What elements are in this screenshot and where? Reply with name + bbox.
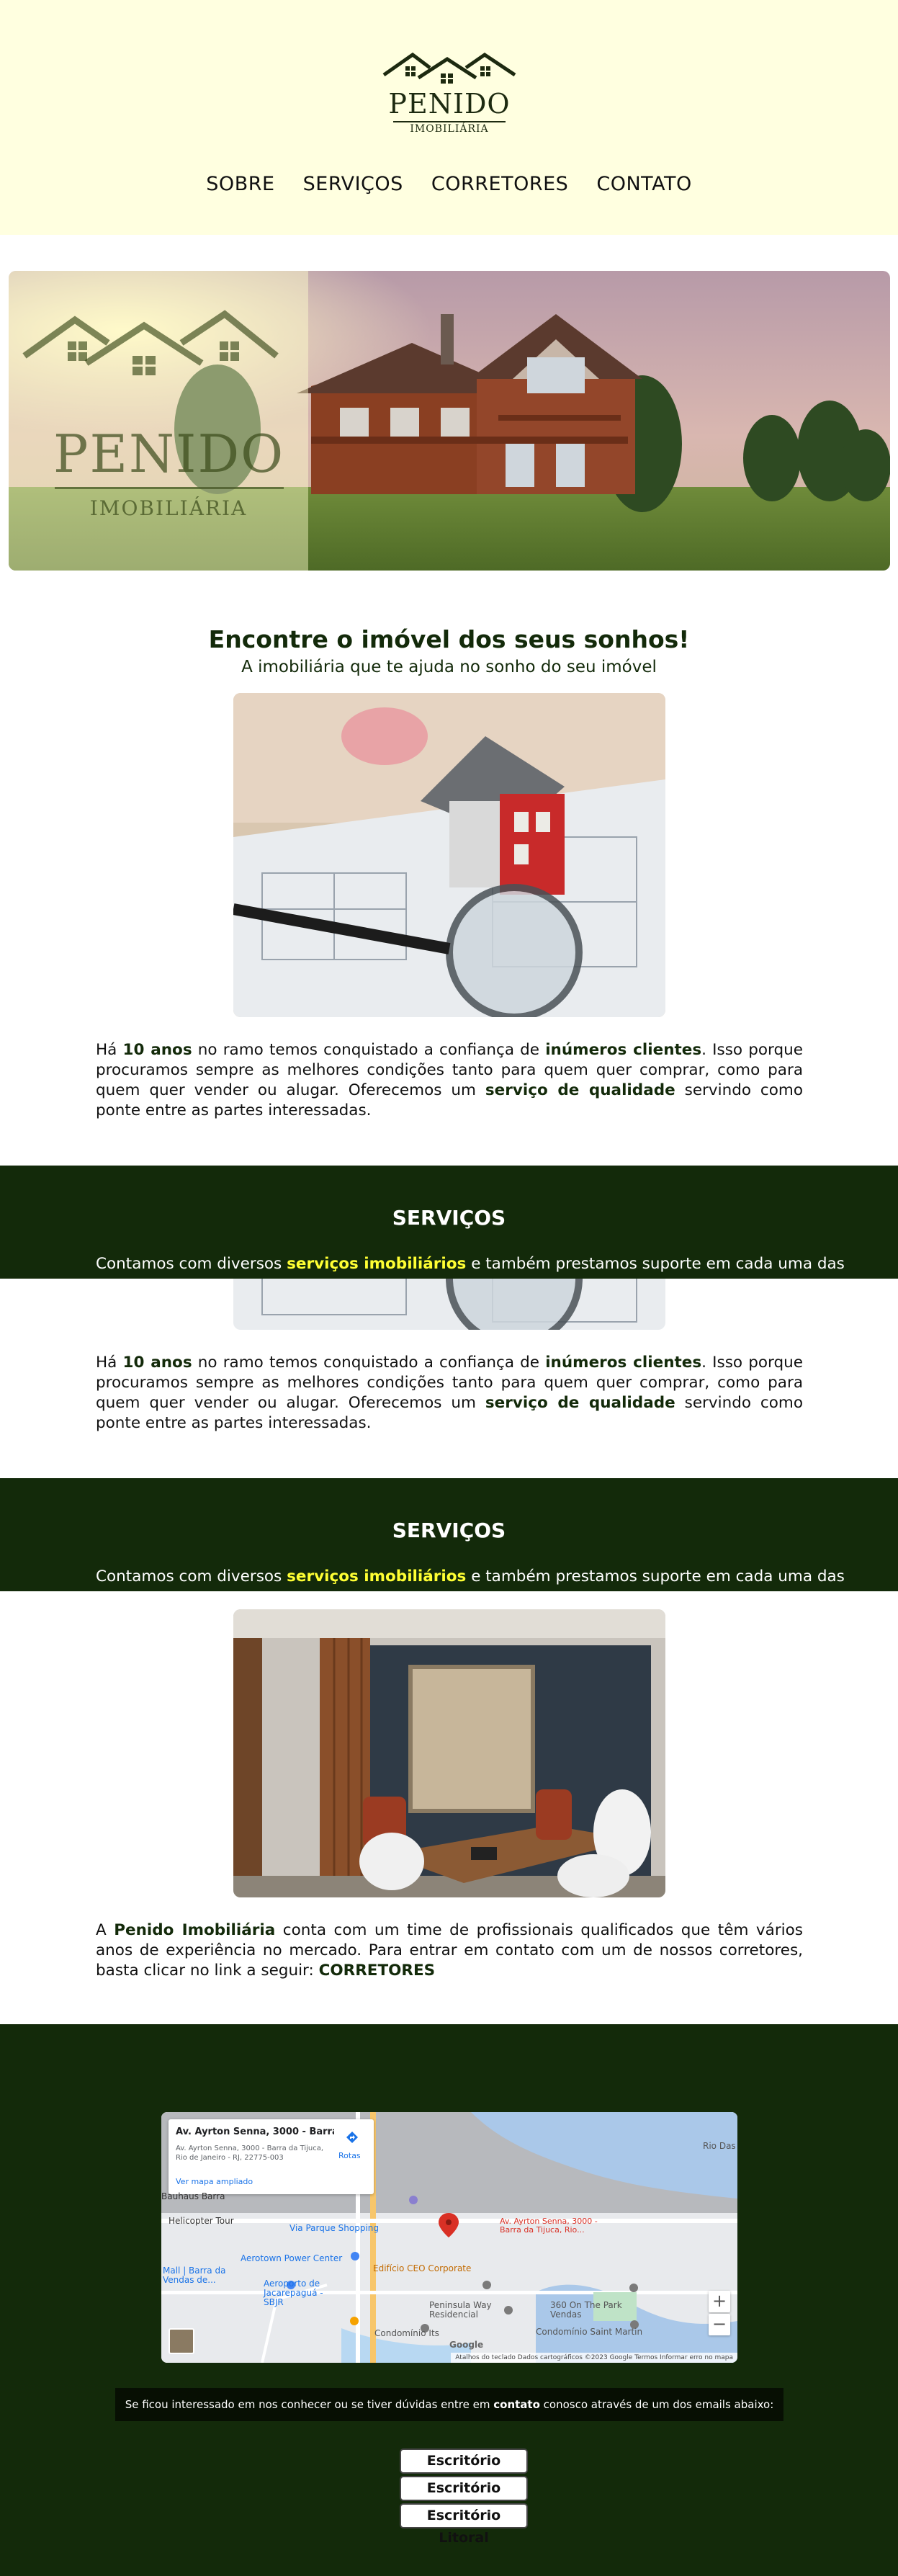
office-litoral-button[interactable]: Escritório Litoral [400, 2503, 528, 2546]
map-label: 360 On The Park Vendas [550, 2300, 622, 2320]
services-text-part: Contamos com diversos [96, 1567, 287, 1586]
map-label: Edifício CEO Corporate [373, 2263, 472, 2273]
map-label: Condomínio Saint Martin [536, 2327, 643, 2337]
map-attribution[interactable]: Atalhos do teclado Dados cartográficos ©… [451, 2353, 737, 2363]
contact-highlight: contato [493, 2398, 540, 2411]
contact-text: Se ficou interessado em nos conhecer ou … [125, 2398, 494, 2411]
map-place-card: Av. Ayrton Senna, 3000 - Barra... Av. Ay… [169, 2119, 374, 2194]
google-logo: Google [449, 2340, 484, 2350]
map-label: Via Parque Shopping [289, 2223, 379, 2233]
hero-logo-subtitle: IMOBILIÁRIA [89, 496, 248, 520]
services-text-part: e também prestamos suporte em cada uma d… [466, 1567, 845, 1586]
nav-link-sobre[interactable]: SOBRE [206, 173, 274, 195]
map-label: Bauhaus Barra [161, 2191, 225, 2201]
brokers-text: A [96, 1921, 115, 1939]
map-label: Aerotown Power Center [241, 2253, 343, 2263]
hero-logo-name: PENIDO [53, 424, 285, 484]
zoom-out-button[interactable]: − [709, 2314, 730, 2335]
office-matriz-button[interactable]: Escritório Matriz [400, 2448, 528, 2491]
nav-link-servicos[interactable]: SERVIÇOS [303, 173, 403, 195]
map-enlarge-link[interactable]: Ver mapa ampliado [176, 2177, 253, 2186]
about-text: Há [96, 1041, 123, 1059]
contact-text: conosco através de um dos emails abaixo: [539, 2398, 774, 2411]
about-text: no ramo temos conquistado a confiança de [192, 1041, 546, 1059]
directions-icon[interactable] [346, 2131, 359, 2144]
map-place-address: Av. Ayrton Senna, 3000 - Barra da Tijuca… [176, 2145, 324, 2162]
services-text-part: e também prestamos suporte em cada uma d… [466, 1255, 845, 1273]
about-paragraph-duplicate: Há 10 anos no ramo temos conquistado a c… [96, 1353, 803, 1434]
office-centro-button[interactable]: Escritório Centro [400, 2476, 528, 2518]
intro-subtitle: A imobiliária que te ajuda no sonho do s… [241, 658, 657, 676]
map-pin-label: Av. Ayrton Senna, 3000 - Barra da Tijuca… [500, 2217, 598, 2235]
main-nav: SOBRE SERVIÇOS CORRETORES CONTATO [0, 173, 898, 195]
map-label: Peninsula Way Residencial [429, 2300, 492, 2320]
map-label: Condomínio Its [374, 2328, 439, 2338]
about-text: Há [96, 1354, 123, 1372]
google-map-embed[interactable]: Av. Ayrton Senna, 3000 - Barra... Av. Ay… [161, 2112, 737, 2363]
brokers-highlight: Penido Imobiliária [114, 1921, 276, 1939]
nav-link-corretores[interactable]: CORRETORES [431, 173, 568, 195]
street-view-thumbnail[interactable] [169, 2328, 194, 2354]
services-text-part: Contamos com diversos [96, 1255, 287, 1273]
site-header: PENIDO IMOBILIÁRIA SOBRE SERVIÇOS CORRET… [0, 0, 898, 235]
directions-label[interactable]: Rotas [338, 2151, 361, 2160]
services-title: SERVIÇOS [392, 1519, 506, 1542]
about-highlight: inúmeros clientes [545, 1354, 702, 1372]
hero-banner: PENIDO IMOBILIÁRIA [9, 271, 890, 571]
about-highlight: serviço de qualidade [485, 1394, 675, 1412]
contact-info-bar: Se ficou interessado em nos conhecer ou … [115, 2388, 783, 2421]
logo-divider [393, 121, 506, 122]
hero-house-image [9, 271, 890, 571]
services-text: Contamos com diversos serviços imobiliár… [96, 1567, 845, 1586]
map-label: Aeroporto de Jacarepaguá - SBJR [264, 2278, 323, 2307]
nav-link-contato[interactable]: CONTATO [596, 173, 691, 195]
zoom-in-button[interactable]: + [709, 2291, 730, 2312]
services-highlight: serviços imobiliários [287, 1255, 467, 1273]
brokers-paragraph: A Penido Imobiliária conta com um time d… [96, 1920, 803, 1981]
about-text: no ramo temos conquistado a confiança de [192, 1354, 546, 1372]
about-paragraph: Há 10 anos no ramo temos conquistado a c… [96, 1040, 803, 1121]
intro-title: Encontre o imóvel dos seus sonhos! [208, 625, 690, 653]
map-label: Rio Das [703, 2141, 736, 2151]
services-text: Contamos com diversos serviços imobiliár… [96, 1255, 845, 1273]
logo-name: PENIDO [388, 88, 511, 120]
about-highlight: inúmeros clientes [545, 1041, 702, 1059]
house-model-photo-fragment [233, 1279, 665, 1330]
about-highlight: 10 anos [122, 1354, 192, 1372]
house-model-photo [233, 693, 665, 1017]
services-highlight: serviços imobiliários [287, 1567, 467, 1586]
brokers-link[interactable]: CORRETORES [319, 1962, 436, 1980]
about-highlight: serviço de qualidade [485, 1081, 675, 1099]
about-highlight: 10 anos [122, 1041, 192, 1059]
map-label: Mall | Barra da Vendas de... [163, 2266, 226, 2285]
services-title: SERVIÇOS [392, 1206, 506, 1230]
office-meeting-room-photo [233, 1609, 665, 1897]
logo-subtitle: IMOBILIÁRIA [410, 123, 489, 135]
map-label: Helicopter Tour [169, 2216, 234, 2226]
map-place-title: Av. Ayrton Senna, 3000 - Barra... [176, 2126, 334, 2137]
